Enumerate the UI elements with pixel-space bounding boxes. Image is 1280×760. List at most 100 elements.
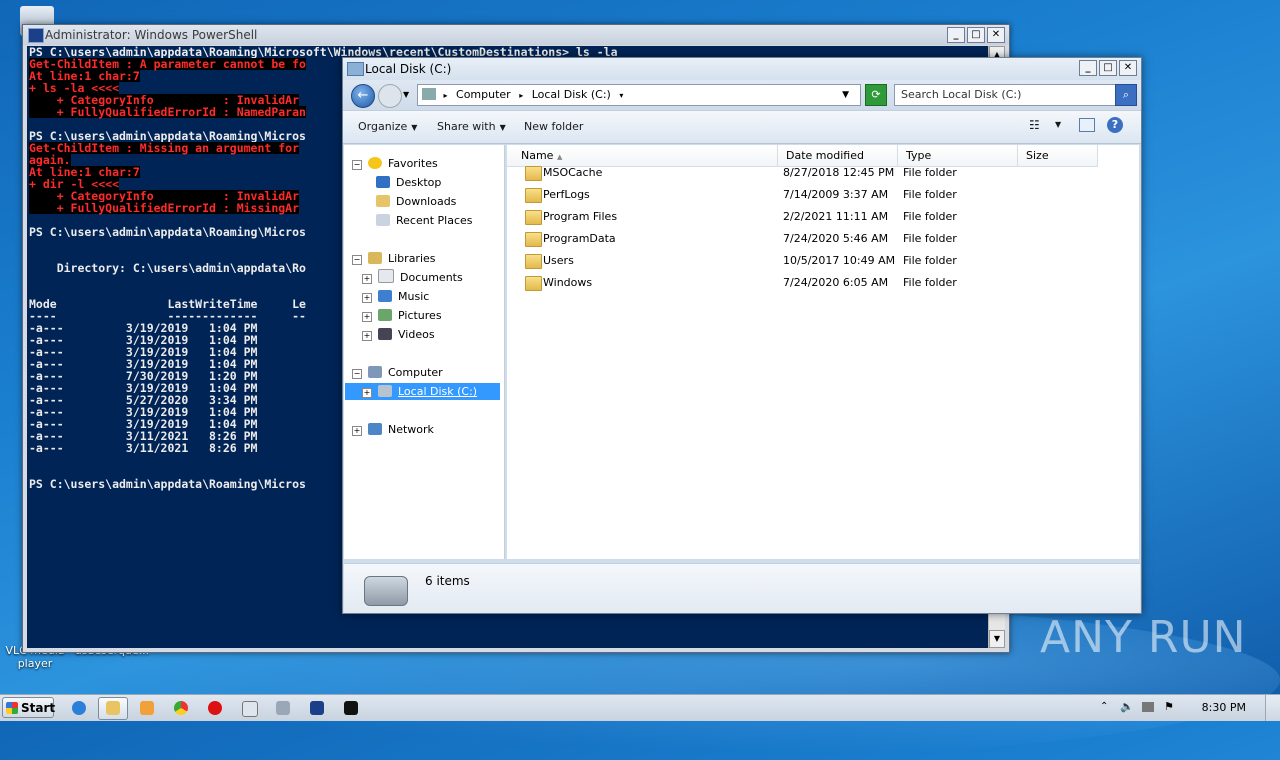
explorer-title: Local Disk (C:) [365, 62, 452, 76]
recent-places-icon [376, 214, 390, 226]
file-row[interactable]: MSOCache 8/27/2018 12:45 PM File folder [507, 162, 1139, 184]
expand-icon[interactable]: + [362, 312, 372, 322]
nav-computer[interactable]: − Computer [352, 364, 443, 381]
taskbar-opera-button[interactable] [200, 697, 230, 720]
volume-icon[interactable]: 🔈 [1120, 700, 1134, 713]
desktop-icon [376, 176, 390, 188]
expand-icon[interactable]: + [362, 274, 372, 284]
taskbar-ie-button[interactable] [64, 697, 94, 720]
taskbar-window-button[interactable] [234, 697, 264, 720]
nav-label: Recent Places [396, 214, 473, 227]
start-button[interactable]: Start [2, 697, 56, 718]
close-button[interactable]: ✕ [987, 27, 1005, 43]
new-folder-button[interactable]: New folder [524, 120, 583, 133]
powershell-titlebar[interactable]: Administrator: Windows PowerShell _ □ ✕ [23, 25, 1009, 45]
address-bar[interactable]: ▸ Computer ▸ Local Disk (C:) ▾ ▼ [417, 84, 861, 106]
breadcrumb-computer[interactable]: Computer [456, 88, 511, 101]
minimize-button[interactable]: _ [947, 27, 965, 43]
nav-label: Videos [398, 328, 435, 341]
nav-videos[interactable]: + Videos [362, 326, 435, 343]
forward-button[interactable] [378, 84, 402, 108]
close-button[interactable]: ✕ [1119, 60, 1137, 76]
folder-icon [525, 166, 542, 181]
network-tool-icon [276, 701, 290, 715]
file-date: 8/27/2018 12:45 PM [783, 166, 895, 179]
file-name: Windows [543, 276, 593, 289]
expand-icon[interactable]: + [362, 388, 372, 398]
nav-favorites[interactable]: − Favorites [352, 155, 438, 172]
file-date: 10/5/2017 10:49 AM [783, 254, 896, 267]
nav-label: Music [398, 290, 430, 303]
taskbar-explorer-button[interactable] [98, 697, 128, 720]
taskbar: Start ⌃ 🔈 ⚑ 8:30 PM [0, 694, 1280, 721]
file-list-pane: Name ▲ Date modified Type Size MSOCache 8… [507, 145, 1139, 559]
star-icon [368, 157, 382, 169]
maximize-button[interactable]: □ [1099, 60, 1117, 76]
maximize-button[interactable]: □ [967, 27, 985, 43]
nav-music[interactable]: + Music [362, 288, 429, 305]
start-label: Start [21, 701, 56, 715]
help-icon[interactable]: ? [1107, 117, 1123, 133]
show-hidden-icons-icon[interactable]: ⌃ [1100, 701, 1108, 712]
taskbar-cmd-button[interactable] [336, 697, 366, 720]
nav-documents[interactable]: + Documents [362, 269, 463, 286]
nav-label: Desktop [396, 176, 442, 189]
chrome-icon [174, 701, 188, 715]
nav-libraries[interactable]: − Libraries [352, 250, 436, 267]
expand-icon[interactable]: + [362, 331, 372, 341]
minimize-button[interactable]: _ [1079, 60, 1097, 76]
file-row[interactable]: Users 10/5/2017 10:49 AM File folder [507, 250, 1139, 272]
view-dropdown-icon[interactable]: ▼ [1055, 120, 1061, 129]
file-row[interactable]: Program Files 2/2/2021 11:11 AM File folde… [507, 206, 1139, 228]
media-player-icon [140, 701, 154, 715]
search-input[interactable]: Search Local Disk (C:) [894, 84, 1122, 106]
recent-pages-chevron-icon[interactable]: ▼ [403, 90, 409, 99]
nav-desktop[interactable]: Desktop [376, 174, 441, 191]
back-button[interactable]: ← [351, 84, 375, 108]
scroll-down-arrow-icon[interactable]: ▼ [989, 630, 1005, 648]
nav-recent-places[interactable]: Recent Places [376, 212, 473, 229]
powershell-icon [28, 28, 44, 43]
refresh-button[interactable]: ⟳ [865, 84, 887, 106]
search-icon[interactable]: ⌕ [1115, 84, 1137, 106]
computer-icon [368, 366, 382, 378]
taskbar-chrome-button[interactable] [166, 697, 196, 720]
collapse-icon[interactable]: − [352, 369, 362, 379]
console-text: Directory: C:\users\admin\appdata\Ro [29, 261, 306, 275]
network-status-icon[interactable] [1142, 702, 1154, 712]
nav-label: Libraries [388, 252, 436, 265]
nav-downloads[interactable]: Downloads [376, 193, 456, 210]
explorer-titlebar[interactable]: Local Disk (C:) _ □ ✕ [343, 58, 1141, 80]
clock[interactable]: 8:30 PM [1202, 701, 1246, 714]
address-row: ← ▼ ▸ Computer ▸ Local Disk (C:) ▾ ▼ ⟳ S… [343, 80, 1141, 110]
preview-pane-icon[interactable] [1079, 118, 1095, 132]
item-count: 6 items [425, 574, 470, 588]
taskbar-media-button[interactable] [132, 697, 162, 720]
share-with-button[interactable]: Share with ▼ [437, 120, 506, 133]
nav-network[interactable]: + Network [352, 421, 434, 438]
taskbar-powershell-button[interactable] [302, 697, 332, 720]
organize-button[interactable]: Organize ▼ [358, 120, 417, 133]
nav-label: Pictures [398, 309, 442, 322]
breadcrumb-dropdown-icon[interactable]: ▾ [619, 91, 623, 100]
expand-icon[interactable]: + [352, 426, 362, 436]
address-dropdown-icon[interactable]: ▼ [842, 85, 849, 105]
file-row[interactable]: PerfLogs 7/14/2009 3:37 AM File folder [507, 184, 1139, 206]
file-row[interactable]: ProgramData 7/24/2020 5:46 AM File folder [507, 228, 1139, 250]
expand-icon[interactable]: + [362, 293, 372, 303]
taskbar-network-tool-button[interactable] [268, 697, 298, 720]
collapse-icon[interactable]: − [352, 160, 362, 170]
explorer-window[interactable]: Local Disk (C:) _ □ ✕ ← ▼ ▸ Computer ▸ L… [342, 57, 1142, 614]
view-options-icon[interactable]: ☷ [1029, 118, 1040, 132]
breadcrumb-local-disk[interactable]: Local Disk (C:) [532, 88, 611, 101]
action-center-flag-icon[interactable]: ⚑ [1164, 700, 1174, 713]
hard-drive-icon [364, 576, 408, 606]
file-name: Users [543, 254, 574, 267]
nav-pictures[interactable]: + Pictures [362, 307, 442, 324]
file-row[interactable]: Windows 7/24/2020 6:05 AM File folder [507, 272, 1139, 294]
nav-local-disk[interactable]: + Local Disk (C:) [345, 383, 500, 400]
collapse-icon[interactable]: − [352, 255, 362, 265]
breadcrumb-separator-icon: ▸ [519, 91, 524, 100]
show-desktop-button[interactable] [1265, 695, 1280, 721]
nav-label: Downloads [396, 195, 457, 208]
